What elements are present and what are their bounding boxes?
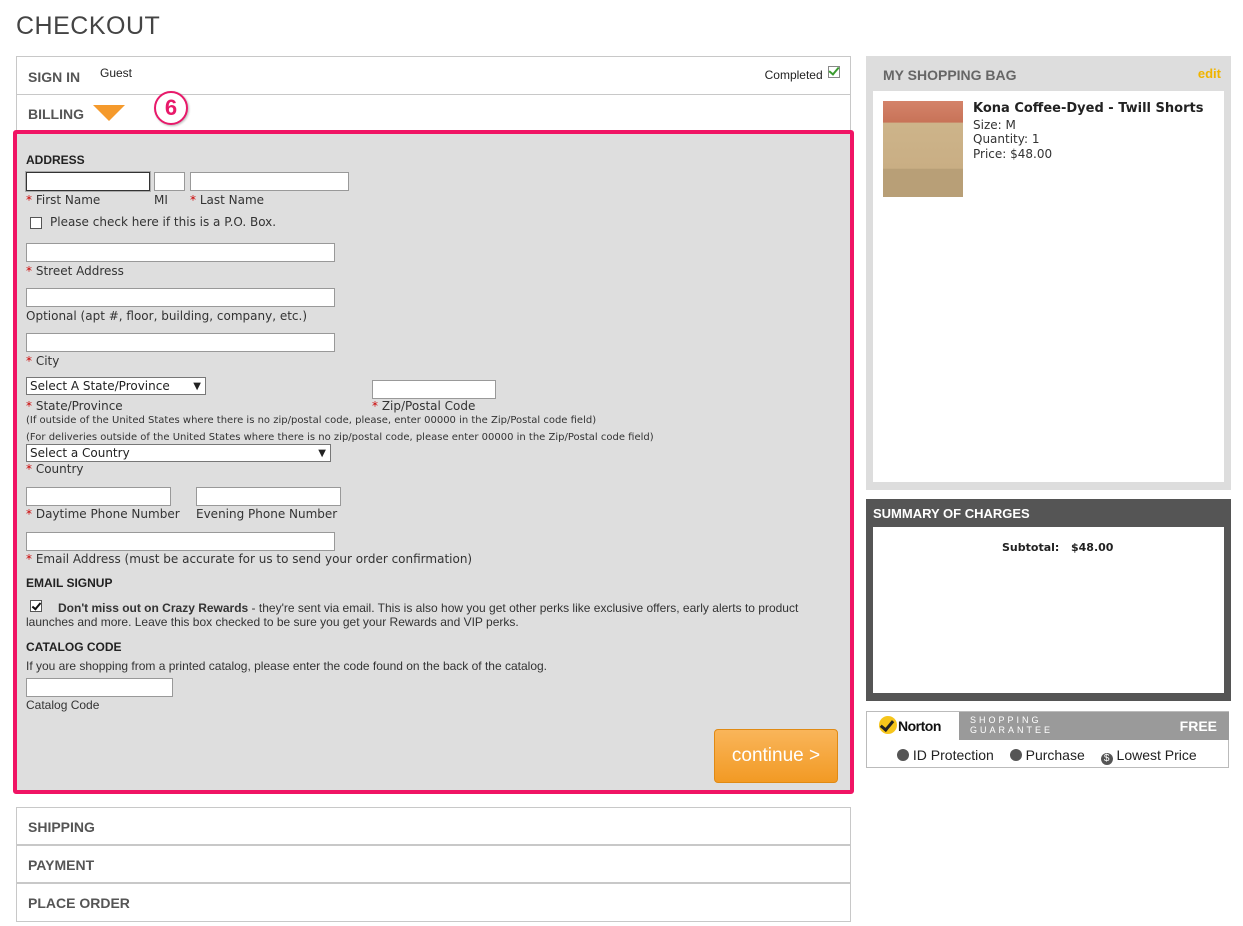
evening-phone-input[interactable] [196,487,341,506]
billing-form: ADDRESS * First Name MI * Last Name Plea… [13,130,854,794]
step-shipping[interactable]: SHIPPING [16,807,851,845]
signin-user: Guest [100,66,133,80]
summary-content: Subtotal: $48.00 [873,527,1224,693]
optional-address-input[interactable] [26,288,335,307]
id-protection-icon [897,749,909,761]
chevron-down-icon: ▼ [318,448,326,459]
product-quantity: Quantity: 1 [973,132,1040,146]
first-name-label: * First Name [26,193,101,207]
state-select[interactable]: Select A State/Province ▼ [26,377,206,395]
subtotal-value: $48.00 [1071,541,1114,554]
country-select[interactable]: Select a Country ▼ [26,444,331,462]
step-payment[interactable]: PAYMENT [16,845,851,883]
step-number-badge: 6 [154,91,188,125]
first-name-input[interactable] [25,171,151,192]
catalog-note: If you are shopping from a printed catal… [26,659,548,673]
norton-features: ID Protection Purchase $ Lowest Price [897,747,1197,765]
completed-check-icon [828,66,840,78]
city-input[interactable] [26,333,335,352]
zip-label: * Zip/Postal Code [372,399,476,413]
edit-bag-link[interactable]: edit [1198,66,1221,81]
po-box-checkbox[interactable] [30,217,42,229]
city-label: * City [26,354,60,368]
subtotal-label: Subtotal: [1002,541,1060,554]
step-signin-label: SIGN IN [28,69,81,85]
daytime-phone-label: * Daytime Phone Number [26,507,180,521]
step-payment-label: PAYMENT [28,857,95,873]
norton-check-icon [879,716,897,734]
signin-status: Completed [765,66,840,82]
step-shipping-label: SHIPPING [28,819,95,835]
norton-guarantee-badge[interactable]: Norton SHOPPING GUARANTEE FREE ID Protec… [866,711,1229,768]
product-name[interactable]: Kona Coffee-Dyed - Twill Shorts [973,101,1203,116]
zip-note: (If outside of the United States where t… [26,415,597,426]
state-label: * State/Province [26,399,123,413]
summary-title: SUMMARY OF CHARGES [873,506,1030,521]
daytime-phone-input[interactable] [26,487,171,506]
street-address-label: * Street Address [26,264,124,278]
email-signup-header: EMAIL SIGNUP [26,576,113,590]
evening-phone-label: Evening Phone Number [196,507,338,521]
zip-input[interactable] [372,380,496,399]
dollar-icon: $ [1100,753,1113,765]
expand-arrow-icon [93,105,125,121]
step-billing-label: BILLING [28,106,84,122]
norton-logo: Norton [867,712,959,740]
email-input[interactable] [26,532,335,551]
po-box-label: Please check here if this is a P.O. Box. [50,215,277,229]
continue-button[interactable]: continue > [714,729,838,783]
shopping-bag-title: MY SHOPPING BAG [883,67,1017,83]
shopping-bag-panel: MY SHOPPING BAG edit Kona Coffee-Dyed - … [866,56,1231,490]
page-title: CHECKOUT [16,12,161,40]
email-signup-text: Don't miss out on Crazy Rewards - they'r… [26,601,799,629]
email-label: * Email Address (must be accurate for us… [26,552,473,566]
catalog-code-input[interactable] [26,678,173,697]
mi-label: MI [154,193,168,207]
step-billing: BILLING [16,94,851,131]
purchase-icon [1009,749,1022,761]
summary-panel: SUMMARY OF CHARGES Subtotal: $48.00 [866,499,1231,701]
product-size: Size: M [973,118,1016,132]
shopping-bag-content: Kona Coffee-Dyed - Twill Shorts Size: M … [873,91,1224,482]
product-price: Price: $48.00 [973,147,1053,161]
address-header: ADDRESS [26,153,85,167]
mi-input[interactable] [154,172,185,191]
chevron-down-icon: ▼ [193,381,201,392]
norton-guarantee-bar: SHOPPING GUARANTEE FREE [959,712,1229,740]
catalog-header: CATALOG CODE [26,640,122,654]
catalog-code-label: Catalog Code [26,698,100,712]
country-label: * Country [26,462,84,476]
street-address-input[interactable] [26,243,335,262]
country-note: (For deliveries outside of the United St… [26,432,654,443]
product-thumbnail[interactable] [883,101,963,197]
last-name-input[interactable] [190,172,349,191]
step-signin[interactable]: SIGN IN Guest Completed [16,56,851,95]
step-place-order-label: PLACE ORDER [28,895,130,911]
last-name-label: * Last Name [190,193,265,207]
optional-address-label: Optional (apt #, floor, building, compan… [26,309,308,323]
step-place-order[interactable]: PLACE ORDER [16,883,851,922]
